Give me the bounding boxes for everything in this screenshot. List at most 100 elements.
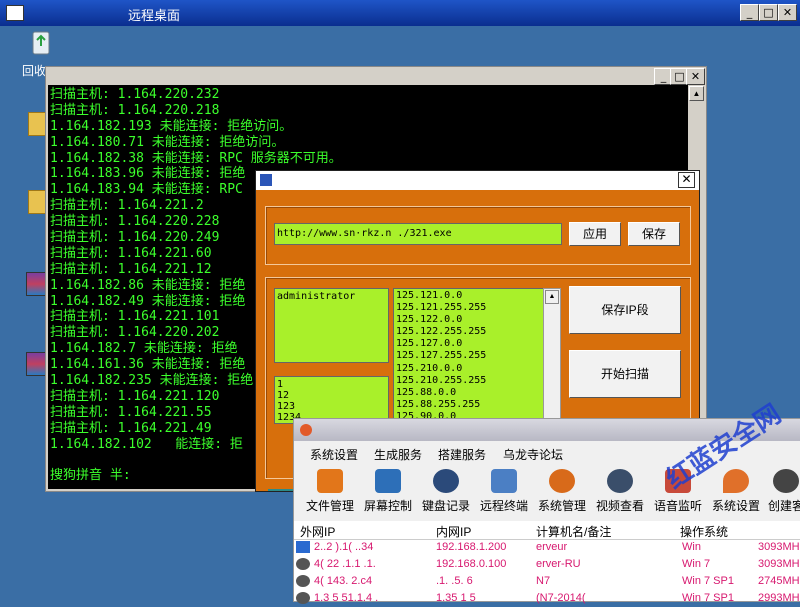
table-row[interactable]: 2..2 ).1( ..34 192.168.1.200 erveur Win … — [294, 540, 800, 556]
close-button[interactable]: ✕ — [778, 4, 797, 21]
ip-range-item[interactable]: 125.122.0.0 — [396, 314, 544, 326]
row-computer-name: N7 — [536, 575, 551, 587]
folder-case-icon — [317, 469, 343, 493]
cloud-icon — [549, 469, 575, 493]
row-os: Win — [682, 541, 701, 553]
tool-screen-control-label: 屏幕控制 — [364, 499, 413, 513]
tool-video-view[interactable]: 视频查看 — [596, 469, 644, 514]
remote-admin-app-icon — [300, 424, 312, 436]
console-line: 扫描主机: 1.164.220.218 — [50, 102, 220, 118]
terminal-icon — [491, 469, 517, 493]
col-internal-ip[interactable]: 内网IP — [436, 523, 471, 540]
recycle-bin-icon[interactable] — [26, 28, 56, 58]
tool-video-view-label: 视频查看 — [596, 499, 645, 513]
ip-range-list[interactable]: 125.121.0.0 125.121.255.255 125.122.0.0 … — [393, 288, 547, 432]
menu-generate-service[interactable]: 生成服务 — [374, 446, 422, 463]
eye-icon — [607, 469, 633, 493]
col-external-ip[interactable]: 外网IP — [300, 523, 335, 540]
row-external-ip: 4( 22 .1.1 .1. — [314, 558, 376, 570]
tool-screen-control[interactable]: 屏幕控制 — [364, 469, 412, 514]
row-external-ip: 4( 143. 2.c4 — [314, 575, 373, 587]
keyboard-icon — [433, 469, 459, 493]
ip-range-item[interactable]: 125.121.0.0 — [396, 290, 544, 302]
ip-range-item[interactable]: 125.210.255.255 — [396, 375, 544, 387]
row-computer-name: erver-RU — [536, 558, 581, 570]
tool-create[interactable]: 创建客 — [768, 469, 800, 514]
row-internal-ip: .1. .5. 6 — [436, 575, 473, 587]
table-row[interactable]: 1.3 5 51.1.4 . 1.35 1 5 (N7-2014( Win 7 … — [294, 591, 800, 607]
row-cpu: 2745MHz — [758, 575, 800, 587]
console-line: 1.164.182.38 未能连接: RPC 服务器不可用。 — [50, 150, 342, 166]
ip-list-scrollbar[interactable]: ▲ — [543, 288, 561, 430]
tool-file-manager-label: 文件管理 — [306, 499, 355, 513]
host-status-icon — [296, 575, 310, 587]
table-row[interactable]: 4( 22 .1.1 .1. 192.168.0.100 erver-RU Wi… — [294, 557, 800, 573]
row-external-ip: 2..2 ).1( ..34 — [314, 541, 374, 553]
scanner-status-bar — [268, 489, 294, 491]
row-internal-ip: 192.168.0.100 — [436, 558, 507, 570]
menu-build-service[interactable]: 搭建服务 — [438, 446, 486, 463]
host-status-icon — [296, 558, 310, 570]
row-computer-name: erveur — [536, 541, 568, 553]
remote-desktop-title: 远程桌面 — [128, 8, 181, 23]
scanner-close-button[interactable]: ✕ — [678, 172, 695, 188]
scanner-app-icon — [260, 174, 272, 186]
tool-file-manager[interactable]: 文件管理 — [306, 469, 354, 514]
console-line: 1.164.180.71 未能连接: 拒绝访问。 — [50, 134, 285, 150]
row-os: Win 7 — [682, 558, 711, 570]
recycle-bin-label: 回收 — [22, 64, 47, 78]
username-item[interactable]: administrator — [277, 291, 386, 302]
host-table-header: 外网IP 内网IP 计算机名/备注 操作系统 — [294, 521, 800, 540]
ip-range-item[interactable]: 125.127.0.0 — [396, 338, 544, 350]
remote-desktop-titlebar: 远程桌面 _ □ ✕ — [0, 0, 800, 26]
password-item[interactable]: 12 — [277, 390, 386, 401]
password-item[interactable]: 123 — [277, 401, 386, 412]
menu-forum[interactable]: 乌龙寺论坛 — [503, 446, 563, 463]
location-icon — [723, 469, 749, 493]
url-input[interactable]: http://www.sn·rkz.n ./321.exe — [274, 223, 562, 245]
remote-desktop-icon — [6, 5, 24, 21]
username-list[interactable]: administrator — [274, 288, 389, 363]
save-ip-range-button[interactable]: 保存IP段 — [569, 286, 681, 334]
table-row[interactable]: 4( 143. 2.c4 .1. .5. 6 N7 Win 7 SP1 2745… — [294, 574, 800, 590]
scroll-up-icon[interactable]: ▲ — [689, 86, 704, 101]
ip-range-item[interactable]: 125.210.0.0 — [396, 363, 544, 375]
row-os: Win 7 SP1 — [682, 575, 734, 587]
console-line: 扫描主机: 1.164.220.232 — [50, 87, 220, 102]
start-scan-button[interactable]: 开始扫描 — [569, 350, 681, 398]
menu-system-settings[interactable]: 系统设置 — [310, 446, 358, 463]
ip-range-item[interactable]: 125.88.255.255 — [396, 399, 544, 411]
tool-remote-terminal-label: 远程终端 — [480, 499, 529, 513]
tool-system-manager[interactable]: 系统管理 — [538, 469, 586, 514]
row-cpu: 3093MHz — [758, 558, 800, 570]
minimize-button[interactable]: _ — [740, 4, 759, 21]
col-computer-name[interactable]: 计算机名/备注 — [536, 523, 611, 540]
tool-remote-terminal[interactable]: 远程终端 — [480, 469, 528, 514]
tool-settings-label: 系统设置 — [712, 499, 761, 513]
apply-button[interactable]: 应用 — [569, 222, 621, 246]
tool-create-label: 创建客 — [768, 499, 800, 513]
console-titlebar: _ □ ✕ — [46, 67, 706, 85]
col-os[interactable]: 操作系统 — [680, 523, 728, 540]
ip-range-item[interactable]: 125.122.255.255 — [396, 326, 544, 338]
maximize-button[interactable]: □ — [759, 4, 778, 21]
ip-range-item[interactable]: 125.121.255.255 — [396, 302, 544, 314]
tool-keylogger[interactable]: 键盘记录 — [422, 469, 470, 514]
row-os: Win 7 SP1 — [682, 592, 734, 604]
password-list[interactable]: 1 12 123 1234 12 12 — [274, 376, 389, 424]
password-item[interactable]: 1 — [277, 379, 386, 390]
row-internal-ip: 1.35 1 5 — [436, 592, 476, 604]
host-status-icon — [296, 592, 310, 604]
tool-system-manager-label: 系统管理 — [538, 499, 587, 513]
save-button[interactable]: 保存 — [628, 222, 680, 246]
gear-icon — [773, 469, 799, 493]
row-internal-ip: 192.168.1.200 — [436, 541, 507, 553]
scroll-up-icon[interactable]: ▲ — [545, 290, 559, 304]
tool-settings[interactable]: 系统设置 — [712, 469, 760, 514]
tool-keylogger-label: 键盘记录 — [422, 499, 471, 513]
console-close-button[interactable]: ✕ — [686, 68, 705, 85]
remote-admin-toolbar: 文件管理 屏幕控制 键盘记录 远程终端 系统管理 视频查看 语音监听 系统设置 — [294, 463, 800, 521]
ip-range-item[interactable]: 125.127.255.255 — [396, 350, 544, 362]
ip-range-item[interactable]: 125.88.0.0 — [396, 387, 544, 399]
row-external-ip: 1.3 5 51.1.4 . — [314, 592, 379, 604]
